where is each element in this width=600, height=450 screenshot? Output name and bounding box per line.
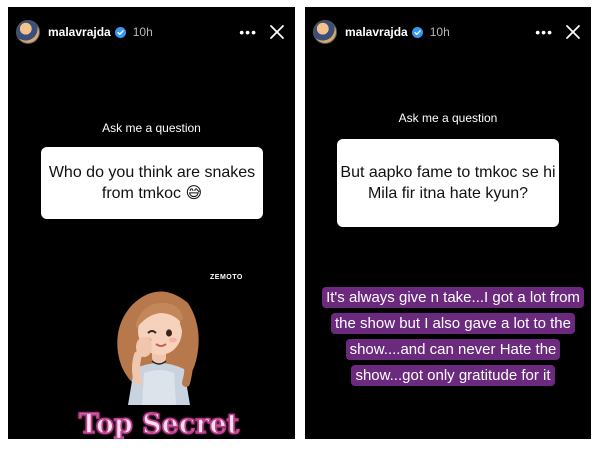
more-icon[interactable]: •••	[535, 25, 553, 39]
avatar[interactable]	[16, 20, 40, 44]
question-sticker: Who do you think are snakes from tmkoc 😅	[41, 147, 263, 219]
more-icon[interactable]: •••	[239, 25, 257, 39]
close-icon[interactable]	[565, 24, 581, 40]
question-text: But aapko fame to tmkoc se hi Mila fir i…	[340, 164, 556, 202]
verified-badge-icon	[114, 26, 126, 38]
username[interactable]: malavrajda	[48, 25, 111, 39]
answer-text-block: It's always give n take...I got a lot fr…	[317, 285, 589, 389]
question-text: Who do you think are snakes from tmkoc 😅	[48, 164, 256, 202]
answer-text: It's always give n take...I got a lot fr…	[322, 287, 584, 386]
avatar-girl-sticker	[117, 291, 199, 405]
post-time: 10h	[429, 25, 450, 39]
story-left: malavrajda 10h ••• Ask me a question Who…	[8, 7, 295, 439]
post-time: 10h	[132, 25, 153, 39]
sticker-watermark: ZEMOTO	[210, 274, 243, 281]
question-sticker-label: Ask me a question	[102, 121, 201, 135]
question-sticker: But aapko fame to tmkoc se hi Mila fir i…	[337, 139, 559, 227]
top-secret-sticker: Top Secret	[78, 408, 240, 439]
story-header: malavrajda 10h •••	[313, 18, 581, 46]
avatar[interactable]	[313, 20, 337, 44]
close-icon[interactable]	[269, 24, 285, 40]
story-header: malavrajda 10h •••	[16, 18, 285, 46]
question-sticker-label: Ask me a question	[398, 111, 498, 125]
username[interactable]: malavrajda	[345, 25, 408, 39]
verified-badge-icon	[411, 26, 423, 38]
story-right: malavrajda 10h ••• Ask me a question But…	[305, 7, 591, 439]
